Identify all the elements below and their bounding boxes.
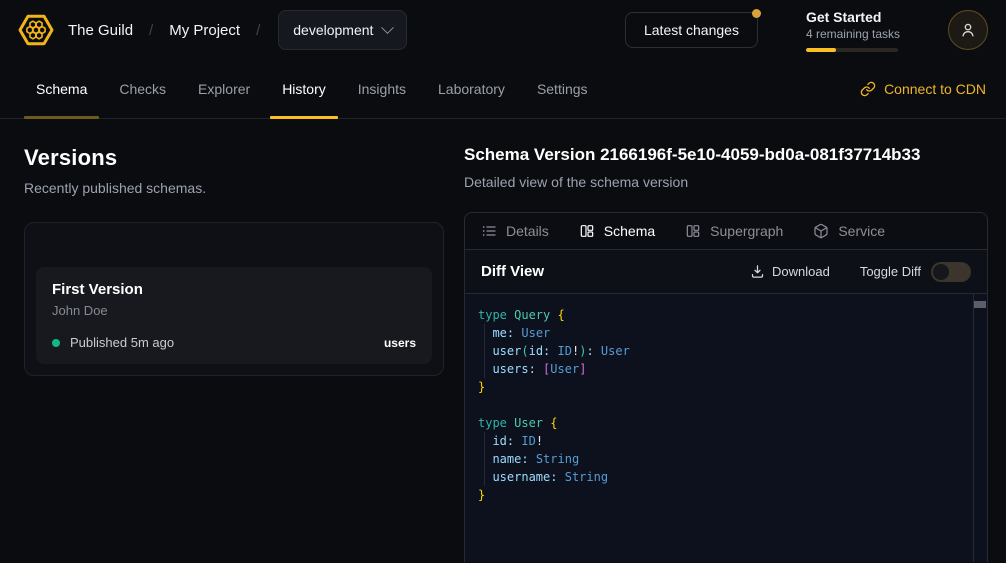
tab-checks[interactable]: Checks [107, 60, 178, 118]
get-started-title: Get Started [806, 9, 900, 25]
tab-label: Schema [36, 81, 87, 97]
person-icon [958, 20, 978, 40]
versions-card: First Version John Doe Published 5m ago … [24, 222, 444, 376]
diff-view-title: Diff View [481, 263, 544, 280]
detail-tabs: Details Schema Supergr [465, 213, 987, 250]
latest-changes-label: Latest changes [644, 22, 739, 38]
breadcrumb-org[interactable]: The Guild [68, 22, 133, 39]
versions-title: Versions [24, 145, 464, 171]
download-label: Download [772, 264, 830, 279]
detail-tab-label: Schema [604, 223, 655, 239]
version-status-label: Published 5m ago [70, 335, 174, 350]
link-icon [860, 81, 876, 97]
versions-subtitle: Recently published schemas. [24, 180, 464, 196]
connect-to-cdn-label: Connect to CDN [884, 81, 986, 97]
detail-tab-details[interactable]: Details [481, 223, 549, 239]
indent-guide [484, 432, 485, 486]
version-detail-panel: Schema Version 2166196f-5e10-4059-bd0a-0… [464, 119, 988, 562]
main-content: Versions Recently published schemas. Fir… [0, 119, 1006, 562]
main-nav: Schema Checks Explorer History Insights … [0, 60, 1006, 119]
code-block: type Query { me: User user(id: ID!): Use… [478, 306, 987, 504]
panels-icon [579, 223, 595, 239]
tab-settings[interactable]: Settings [525, 60, 600, 118]
tab-schema[interactable]: Schema [24, 60, 99, 118]
tab-underline [24, 116, 99, 119]
editor-scrollbar[interactable] [973, 294, 987, 562]
get-started-subtitle: 4 remaining tasks [806, 27, 900, 41]
get-started-progressbar [806, 48, 898, 52]
version-service-badge: users [384, 336, 416, 350]
breadcrumb-separator: / [149, 22, 153, 39]
schema-code-editor[interactable]: type Query { me: User user(id: ID!): Use… [465, 294, 987, 562]
switch-knob [933, 264, 949, 280]
user-avatar[interactable] [948, 10, 988, 50]
detail-tab-label: Details [506, 223, 549, 239]
chevron-down-icon [382, 21, 395, 34]
detail-tab-schema[interactable]: Schema [579, 223, 655, 239]
tab-label: Insights [358, 81, 406, 97]
diff-view-toolbar: Diff View Download Toggle Diff [465, 250, 987, 294]
tab-label: Checks [119, 81, 166, 97]
detail-tab-service[interactable]: Service [813, 223, 885, 239]
notification-dot [752, 9, 761, 18]
tab-explorer[interactable]: Explorer [186, 60, 262, 118]
scrollbar-thumb[interactable] [974, 301, 986, 308]
version-list-item[interactable]: First Version John Doe Published 5m ago … [36, 267, 432, 364]
version-title: First Version [52, 281, 416, 298]
detail-tab-label: Supergraph [710, 223, 783, 239]
download-icon [750, 264, 765, 279]
connect-to-cdn-link[interactable]: Connect to CDN [860, 60, 986, 118]
tab-underline [270, 116, 338, 119]
tab-insights[interactable]: Insights [346, 60, 418, 118]
version-detail-container: Details Schema Supergr [464, 212, 988, 562]
version-author: John Doe [52, 303, 416, 318]
get-started-widget[interactable]: Get Started 4 remaining tasks [806, 9, 900, 52]
indent-guide [484, 324, 485, 378]
version-status: Published 5m ago [52, 335, 174, 350]
versions-panel: Versions Recently published schemas. Fir… [0, 119, 464, 562]
published-dot-icon [52, 339, 60, 347]
target-select-value: development [293, 22, 373, 38]
get-started-progress-fill [806, 48, 836, 52]
cube-icon [813, 223, 829, 239]
latest-changes-button[interactable]: Latest changes [625, 12, 758, 48]
tab-label: Explorer [198, 81, 250, 97]
detail-tab-label: Service [838, 223, 885, 239]
schema-version-subtitle: Detailed view of the schema version [464, 174, 988, 190]
breadcrumb-project[interactable]: My Project [169, 22, 240, 39]
toggle-diff-label: Toggle Diff [860, 264, 921, 279]
toggle-diff-switch[interactable] [931, 262, 971, 282]
tab-laboratory[interactable]: Laboratory [426, 60, 517, 118]
app-header: The Guild / My Project / development Lat… [0, 0, 1006, 60]
breadcrumb-separator: / [256, 22, 260, 39]
hive-logo-icon[interactable] [16, 10, 56, 50]
schema-version-title: Schema Version 2166196f-5e10-4059-bd0a-0… [464, 145, 988, 165]
panels-icon [685, 223, 701, 239]
target-select[interactable]: development [278, 10, 407, 50]
breadcrumb: The Guild / My Project / development [68, 10, 407, 50]
detail-tab-supergraph[interactable]: Supergraph [685, 223, 783, 239]
tab-history[interactable]: History [270, 60, 338, 118]
download-button[interactable]: Download [750, 264, 830, 279]
tab-label: Laboratory [438, 81, 505, 97]
tab-label: Settings [537, 81, 588, 97]
tab-label: History [282, 81, 326, 97]
list-icon [481, 223, 497, 239]
